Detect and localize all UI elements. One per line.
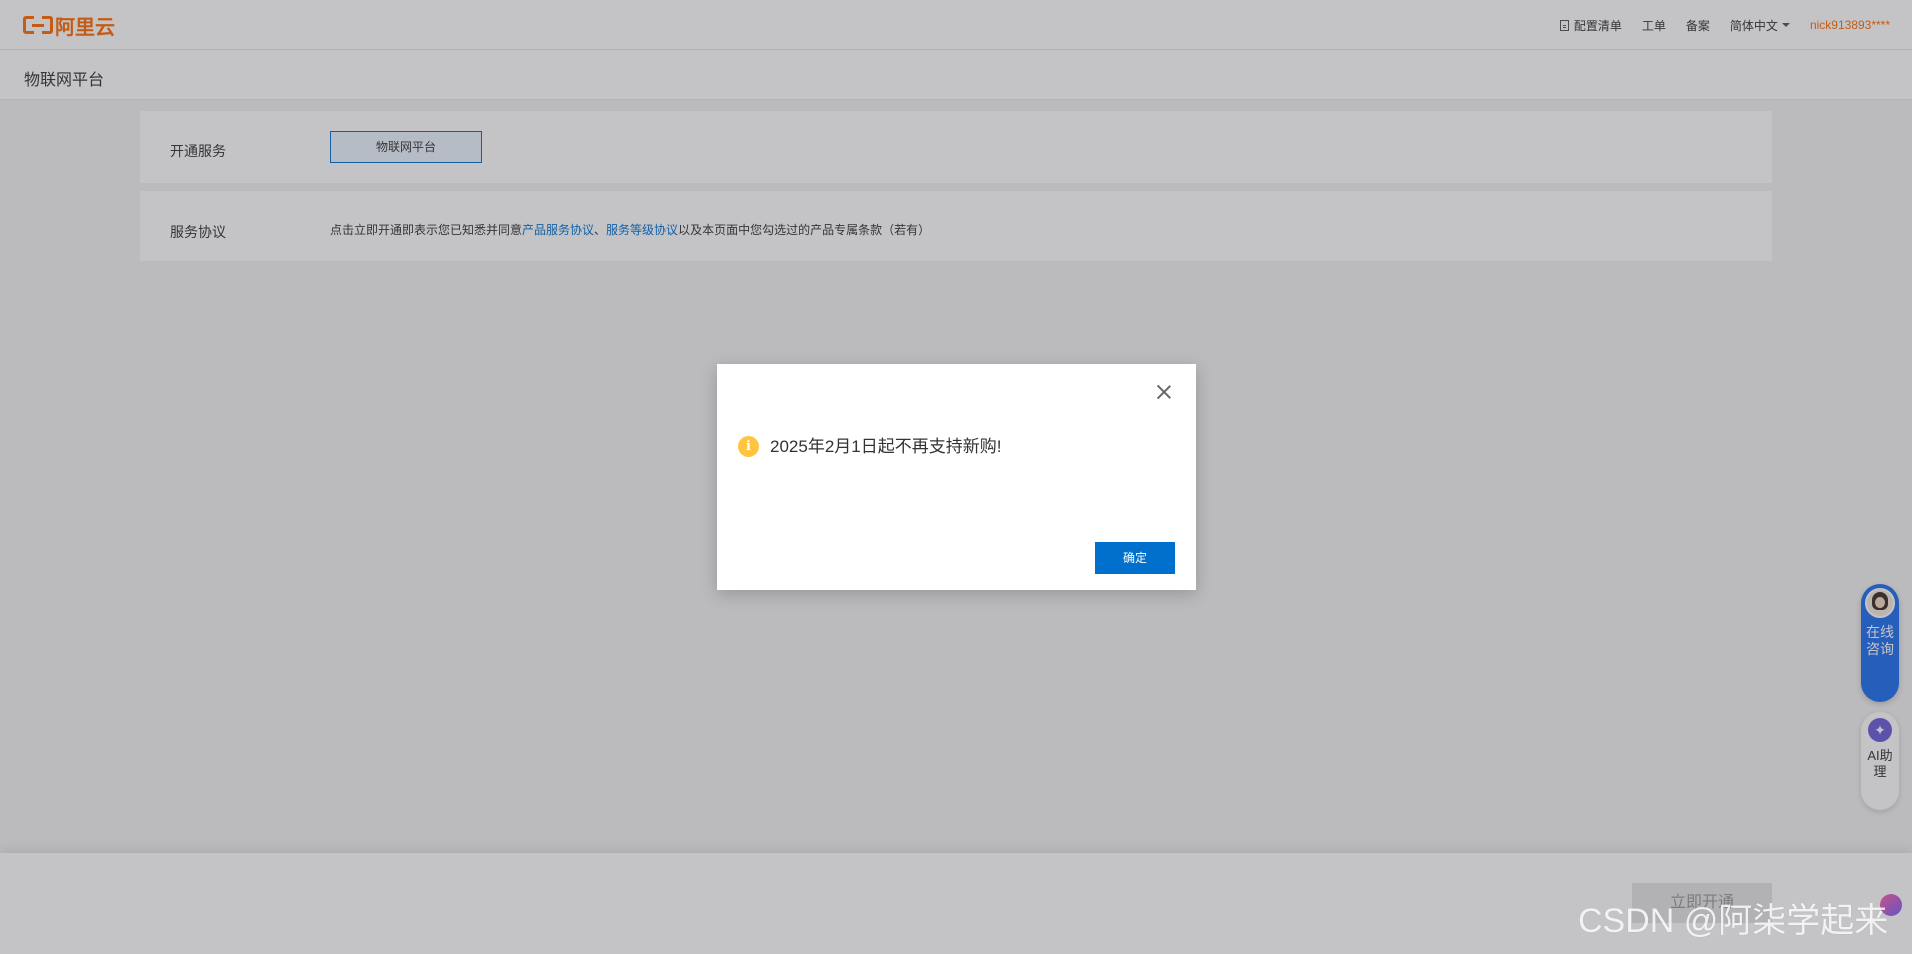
info-icon: i xyxy=(738,436,759,457)
close-icon[interactable] xyxy=(1153,381,1175,403)
dialog-message: 2025年2月1日起不再支持新购! xyxy=(770,437,1002,456)
confirm-button[interactable]: 确定 xyxy=(1095,542,1175,574)
csdn-watermark: CSDN @阿柒学起来 xyxy=(1578,902,1889,940)
notice-dialog: i 2025年2月1日起不再支持新购! 确定 xyxy=(717,364,1196,590)
